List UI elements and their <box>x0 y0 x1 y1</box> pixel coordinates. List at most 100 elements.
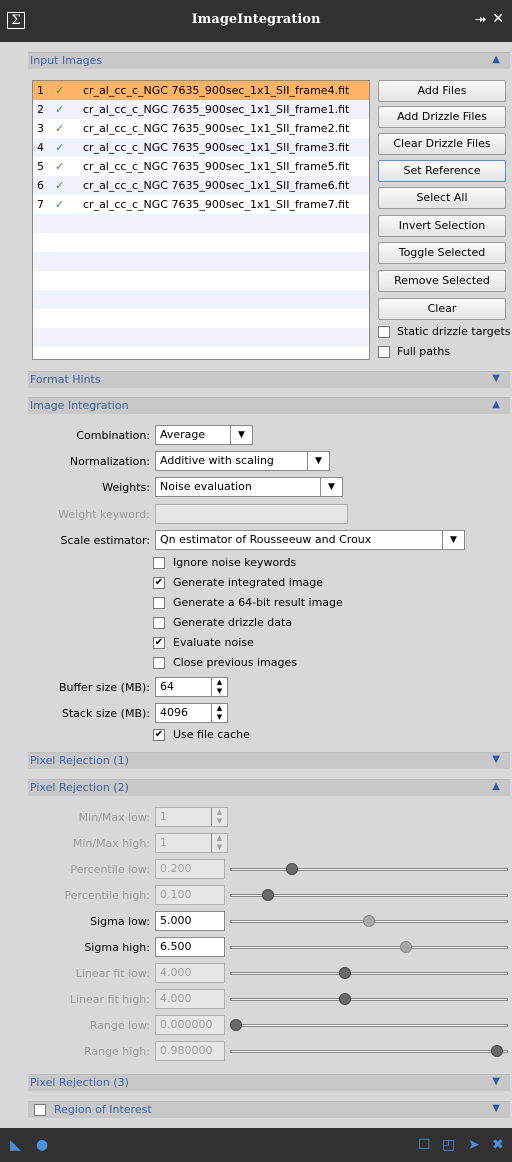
pointer-icon[interactable]: ➤ <box>468 1137 480 1153</box>
file-row[interactable]: 5 ✓ cr_al_cc_c_NGC 7635_900sec_1x1_SII_fra… <box>33 157 369 176</box>
parameter-value-field[interactable]: 4.000 <box>155 989 225 1009</box>
section-format-hints[interactable]: Format Hints ▼ <box>28 371 510 388</box>
scale-estimator-select[interactable]: Qn estimator of Rousseeuw and Croux ▼ <box>155 530 465 550</box>
collapse-icon[interactable]: ▲ <box>492 781 500 792</box>
slider-thumb[interactable] <box>262 889 274 901</box>
enabled-check-icon[interactable]: ✓ <box>55 138 64 157</box>
slider-thumb[interactable] <box>339 967 351 979</box>
combination-value: Average <box>160 428 206 441</box>
parameter-slider[interactable] <box>230 963 508 983</box>
parameter-value-field[interactable]: 4.000 <box>155 963 225 983</box>
weight-keyword-field[interactable] <box>155 504 348 524</box>
use-file-cache-checkbox[interactable]: ✔ <box>153 729 165 741</box>
new-instance-icon[interactable]: ◣ <box>10 1137 21 1153</box>
enabled-check-icon[interactable]: ✓ <box>55 81 64 100</box>
parameter-value-field[interactable]: 0.100 <box>155 885 225 905</box>
option-checkbox[interactable] <box>153 557 165 569</box>
stepper-arrows-icon[interactable]: ▲ ▼ <box>211 678 227 696</box>
enabled-check-icon[interactable]: ✓ <box>55 157 64 176</box>
section-pixel-rejection-2[interactable]: Pixel Rejection (2) ▲ <box>28 779 510 796</box>
option-checkbox[interactable] <box>153 597 165 609</box>
reset-icon[interactable]: ✖ <box>492 1137 504 1153</box>
combination-select[interactable]: Average ▼ <box>155 425 253 445</box>
parameter-slider[interactable] <box>230 1015 508 1035</box>
file-row[interactable]: 4 ✓ cr_al_cc_c_NGC 7635_900sec_1x1_SII_fra… <box>33 138 369 157</box>
clear-drizzle-files-button[interactable]: Clear Drizzle Files <box>378 133 506 155</box>
section-pixel-rejection-3[interactable]: Pixel Rejection (3) ▼ <box>28 1074 510 1091</box>
enabled-check-icon[interactable]: ✓ <box>55 195 64 214</box>
option-checkbox[interactable] <box>153 617 165 629</box>
option-checkbox[interactable]: ✔ <box>153 637 165 649</box>
slider-thumb[interactable] <box>339 993 351 1005</box>
enabled-check-icon[interactable]: ✓ <box>55 100 64 119</box>
remove-selected-button[interactable]: Remove Selected <box>378 270 506 292</box>
file-row[interactable]: 2 ✓ cr_al_cc_c_NGC 7635_900sec_1x1_SII_fra… <box>33 100 369 119</box>
region-of-interest-checkbox[interactable] <box>34 1104 46 1116</box>
enabled-check-icon[interactable]: ✓ <box>55 119 64 138</box>
apply-global-icon[interactable]: ● <box>36 1137 48 1153</box>
parameter-value-field[interactable]: 0.980000 <box>155 1041 225 1061</box>
option-label: Close previous images <box>173 656 297 669</box>
toggle-selected-button[interactable]: Toggle Selected <box>378 242 506 264</box>
invert-selection-button[interactable]: Invert Selection <box>378 215 506 237</box>
set-reference-button[interactable]: Set Reference <box>378 160 506 182</box>
weights-select[interactable]: Noise evaluation ▼ <box>155 477 343 497</box>
parameter-slider[interactable] <box>230 911 508 931</box>
add-files-button[interactable]: Add Files <box>378 80 506 102</box>
enabled-check-icon[interactable]: ✓ <box>55 176 64 195</box>
browse-documentation-icon[interactable]: ☐ <box>418 1137 431 1153</box>
expand-icon[interactable]: ▼ <box>492 754 500 765</box>
slider-thumb[interactable] <box>491 1045 503 1057</box>
stepper-arrows-icon[interactable]: ▲ ▼ <box>211 808 227 826</box>
section-region-of-interest[interactable]: Region of Interest ▼ <box>28 1101 510 1118</box>
buffer-size-stepper[interactable]: 64 ▲ ▼ <box>155 677 228 697</box>
normalization-select[interactable]: Additive with scaling ▼ <box>155 451 330 471</box>
parameter-slider[interactable] <box>230 885 508 905</box>
parameter-slider[interactable] <box>230 989 508 1009</box>
file-index: 3 <box>37 122 44 135</box>
slider-thumb[interactable] <box>363 915 375 927</box>
file-list[interactable]: 1 ✓ cr_al_cc_c_NGC 7635_900sec_1x1_SII_fra… <box>32 80 370 360</box>
file-row[interactable]: 6 ✓ cr_al_cc_c_NGC 7635_900sec_1x1_SII_fra… <box>33 176 369 195</box>
stepper-arrows-icon[interactable]: ▲ ▼ <box>211 834 227 852</box>
file-row[interactable]: 3 ✓ cr_al_cc_c_NGC 7635_900sec_1x1_SII_fra… <box>33 119 369 138</box>
section-input-images[interactable]: Input Images ▲ <box>28 52 510 69</box>
close-icon[interactable]: ✕ <box>492 11 504 27</box>
select-all-button[interactable]: Select All <box>378 187 506 209</box>
parameter-value-field[interactable]: 0.000000 <box>155 1015 225 1035</box>
slider-thumb[interactable] <box>230 1019 242 1031</box>
slider-thumb[interactable] <box>286 863 298 875</box>
expand-icon[interactable]: ▼ <box>492 1076 500 1087</box>
add-drizzle-files-button[interactable]: Add Drizzle Files <box>378 106 506 128</box>
clear-button[interactable]: Clear <box>378 298 506 320</box>
section-image-integration[interactable]: Image Integration ▲ <box>28 397 510 414</box>
stepper-arrows-icon[interactable]: ▲ ▼ <box>211 704 227 722</box>
option-checkbox[interactable]: ✔ <box>153 577 165 589</box>
file-row[interactable]: 1 ✓ cr_al_cc_c_NGC 7635_900sec_1x1_SII_fra… <box>33 81 369 100</box>
parameter-slider[interactable] <box>230 1041 508 1061</box>
full-paths-checkbox[interactable] <box>378 346 390 358</box>
minmax-low-stepper[interactable]: 1 ▲ ▼ <box>155 807 228 827</box>
chevron-down-icon: ▼ <box>307 452 329 470</box>
empty-row <box>33 290 369 309</box>
expand-icon[interactable]: ▼ <box>492 1103 500 1114</box>
parameter-value-field[interactable]: 0.200 <box>155 859 225 879</box>
collapse-icon[interactable]: ▲ <box>492 54 500 65</box>
collapse-icon[interactable]: ▲ <box>492 399 500 410</box>
slider-thumb[interactable] <box>400 941 412 953</box>
parameter-slider[interactable] <box>230 859 508 879</box>
parameter-slider[interactable] <box>230 937 508 957</box>
stack-size-stepper[interactable]: 4096 ▲ ▼ <box>155 703 228 723</box>
shade-icon[interactable]: ⯮ <box>475 11 486 27</box>
parameter-value-field[interactable]: 6.500 <box>155 937 225 957</box>
option-checkbox[interactable] <box>153 657 165 669</box>
edit-instance-icon[interactable]: ◰ <box>442 1137 455 1153</box>
file-row[interactable]: 7 ✓ cr_al_cc_c_NGC 7635_900sec_1x1_SII_fra… <box>33 195 369 214</box>
minmax-high-stepper[interactable]: 1 ▲ ▼ <box>155 833 228 853</box>
section-pixel-rejection-1[interactable]: Pixel Rejection (1) ▼ <box>28 752 510 769</box>
parameter-value-field[interactable]: 5.000 <box>155 911 225 931</box>
expand-icon[interactable]: ▼ <box>492 373 500 384</box>
minmax-low-value: 1 <box>160 810 167 823</box>
static-drizzle-checkbox[interactable] <box>378 326 390 338</box>
file-index: 4 <box>37 141 44 154</box>
